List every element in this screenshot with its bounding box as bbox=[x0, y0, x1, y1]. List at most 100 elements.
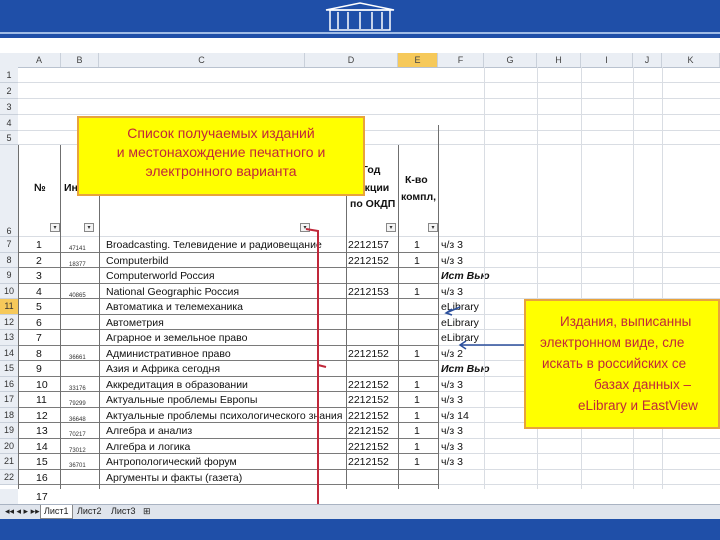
location-cell[interactable]: eLibrary bbox=[441, 300, 479, 314]
spreadsheet-grid[interactable]: A B C D E F G H I J K 1 2 3 4 5 6 7 1 47141 Broadcasting. Те… bbox=[0, 45, 720, 519]
subscription-index: 70217 bbox=[69, 432, 86, 438]
subscription-index: 33176 bbox=[69, 385, 86, 392]
location-cell[interactable]: Ист Вью bbox=[441, 362, 490, 376]
row-header[interactable]: 11 bbox=[0, 299, 18, 315]
table-row-border bbox=[18, 282, 438, 284]
row-header[interactable]: 7 bbox=[0, 237, 18, 253]
okdp-code: 2212152 bbox=[348, 394, 389, 406]
filter-dropdown-icon[interactable]: ▾ bbox=[84, 223, 94, 232]
publication-title[interactable]: National Geographic Россия bbox=[106, 285, 239, 299]
row-header[interactable]: 17 bbox=[0, 392, 18, 408]
publication-title[interactable]: Автометрия bbox=[106, 316, 164, 330]
row-header[interactable]: 1 bbox=[0, 67, 18, 83]
okdp-code: 2212157 bbox=[348, 239, 389, 251]
location-cell[interactable]: ч/з 3 bbox=[441, 455, 463, 469]
publication-title[interactable]: Антропологический форум bbox=[106, 455, 237, 469]
okdp-code: 2212152 bbox=[348, 425, 389, 437]
row-number: 4 bbox=[36, 285, 42, 298]
row-header[interactable]: 16 bbox=[0, 376, 18, 392]
subscription-index: 40865 bbox=[69, 292, 86, 299]
publication-title[interactable]: Алгебра и анализ bbox=[106, 424, 192, 438]
location-cell[interactable]: ч/з 3 bbox=[441, 393, 463, 407]
column-header-f[interactable]: F bbox=[438, 53, 484, 67]
row-header[interactable]: 22 bbox=[0, 469, 18, 485]
row-number: 13 bbox=[36, 425, 48, 437]
location-cell[interactable]: ч/з 3 bbox=[441, 238, 463, 252]
column-header-e[interactable]: E bbox=[398, 53, 438, 67]
okdp-code: 2212152 bbox=[348, 378, 389, 391]
row-header[interactable]: 4 bbox=[0, 115, 18, 131]
location-cell[interactable]: ч/з 3 bbox=[441, 378, 463, 392]
row-header[interactable] bbox=[0, 489, 18, 505]
filter-dropdown-icon[interactable]: ▾ bbox=[428, 223, 438, 232]
column-header-g[interactable]: G bbox=[484, 53, 537, 67]
column-header-c[interactable]: C bbox=[99, 53, 305, 67]
column-header-h[interactable]: H bbox=[537, 53, 581, 67]
column-header-i[interactable]: I bbox=[581, 53, 633, 67]
filter-dropdown-icon[interactable]: ▾ bbox=[300, 223, 310, 232]
location-cell[interactable]: ч/з 3 bbox=[441, 440, 463, 454]
subscription-index: 36648 bbox=[69, 416, 86, 423]
location-cell[interactable]: Ист Вью bbox=[441, 269, 490, 283]
grid-line bbox=[438, 468, 720, 470]
location-cell[interactable]: eLibrary bbox=[441, 331, 479, 345]
location-cell[interactable]: ч/з 3 bbox=[441, 254, 463, 268]
row-number: 12 bbox=[36, 409, 48, 422]
callout-right-line-4: базах данных – bbox=[594, 377, 691, 392]
publication-title[interactable]: Автоматика и телемеханика bbox=[106, 300, 243, 314]
column-label-qty-1: К-во bbox=[405, 174, 428, 186]
sheet-tab-1[interactable]: Лист1 bbox=[40, 505, 73, 519]
row-header[interactable]: 9 bbox=[0, 268, 18, 284]
sheet-nav-arrows-icon[interactable]: ◂◂ ◂ ▸ ▸▸ bbox=[2, 505, 43, 518]
table-column-border bbox=[346, 145, 347, 489]
column-header-a[interactable]: A bbox=[18, 53, 61, 67]
publication-title[interactable]: Broadcasting. Телевидение и радиовещание bbox=[106, 238, 322, 252]
column-header-k[interactable]: K bbox=[662, 53, 720, 67]
top-banner bbox=[0, 0, 720, 38]
filter-dropdown-icon[interactable]: ▾ bbox=[50, 223, 60, 232]
publication-title[interactable]: Актуальные проблемы психологического зна… bbox=[106, 409, 342, 423]
row-header[interactable]: 8 bbox=[0, 252, 18, 268]
row-header[interactable]: 15 bbox=[0, 361, 18, 377]
publication-title[interactable]: Алгебра и логика bbox=[106, 440, 190, 454]
row-header[interactable]: 10 bbox=[0, 283, 18, 299]
column-header-b[interactable]: B bbox=[61, 53, 99, 67]
sheet-tab-2[interactable]: Лист2 bbox=[74, 505, 105, 518]
subscription-index: 47141 bbox=[69, 246, 86, 252]
row-number: 7 bbox=[36, 332, 42, 344]
row-header[interactable]: 5 bbox=[0, 131, 18, 145]
publication-title[interactable]: Аргументы и факты (газета) bbox=[106, 471, 242, 485]
filter-dropdown-icon[interactable]: ▾ bbox=[386, 223, 396, 232]
row-header[interactable]: 6 bbox=[0, 145, 18, 237]
subscription-index: 18377 bbox=[69, 261, 86, 268]
row-number: 5 bbox=[36, 301, 42, 313]
row-header[interactable]: 13 bbox=[0, 330, 18, 346]
sheet-tab-3[interactable]: Лист3 bbox=[108, 505, 139, 518]
location-cell[interactable]: ч/з 3 bbox=[441, 285, 463, 299]
row-header[interactable]: 12 bbox=[0, 314, 18, 330]
row-header[interactable]: 20 bbox=[0, 438, 18, 454]
row-header[interactable]: 3 bbox=[0, 99, 18, 115]
row-header[interactable]: 21 bbox=[0, 454, 18, 470]
column-header-j[interactable]: J bbox=[633, 53, 662, 67]
publication-title[interactable]: Азия и Африка сегодня bbox=[106, 362, 220, 376]
copies-count: 1 bbox=[414, 394, 420, 406]
row-header[interactable]: 14 bbox=[0, 345, 18, 361]
grid-line bbox=[18, 114, 720, 115]
row-header[interactable]: 18 bbox=[0, 407, 18, 423]
publication-title[interactable]: Актуальные проблемы Европы bbox=[106, 393, 257, 407]
publication-title[interactable]: Computerbild bbox=[106, 254, 168, 268]
column-header-d[interactable]: D bbox=[305, 53, 398, 67]
publication-title[interactable]: Административное право bbox=[106, 347, 231, 361]
location-cell[interactable]: ч/з 2 bbox=[441, 347, 463, 361]
row-header[interactable]: 2 bbox=[0, 83, 18, 99]
row-header[interactable]: 19 bbox=[0, 423, 18, 439]
publication-title[interactable]: Аграрное и земельное право bbox=[106, 331, 247, 345]
grid-line bbox=[438, 437, 720, 439]
location-cell[interactable]: ч/з 3 bbox=[441, 424, 463, 438]
publication-title[interactable]: Computerworld Россия bbox=[106, 269, 215, 283]
publication-title[interactable]: Аккредитация в образовании bbox=[106, 378, 248, 392]
add-sheet-icon[interactable]: ⊞ bbox=[140, 505, 154, 518]
location-cell[interactable]: eLibrary bbox=[441, 316, 479, 330]
location-cell[interactable]: ч/з 14 bbox=[441, 409, 469, 423]
